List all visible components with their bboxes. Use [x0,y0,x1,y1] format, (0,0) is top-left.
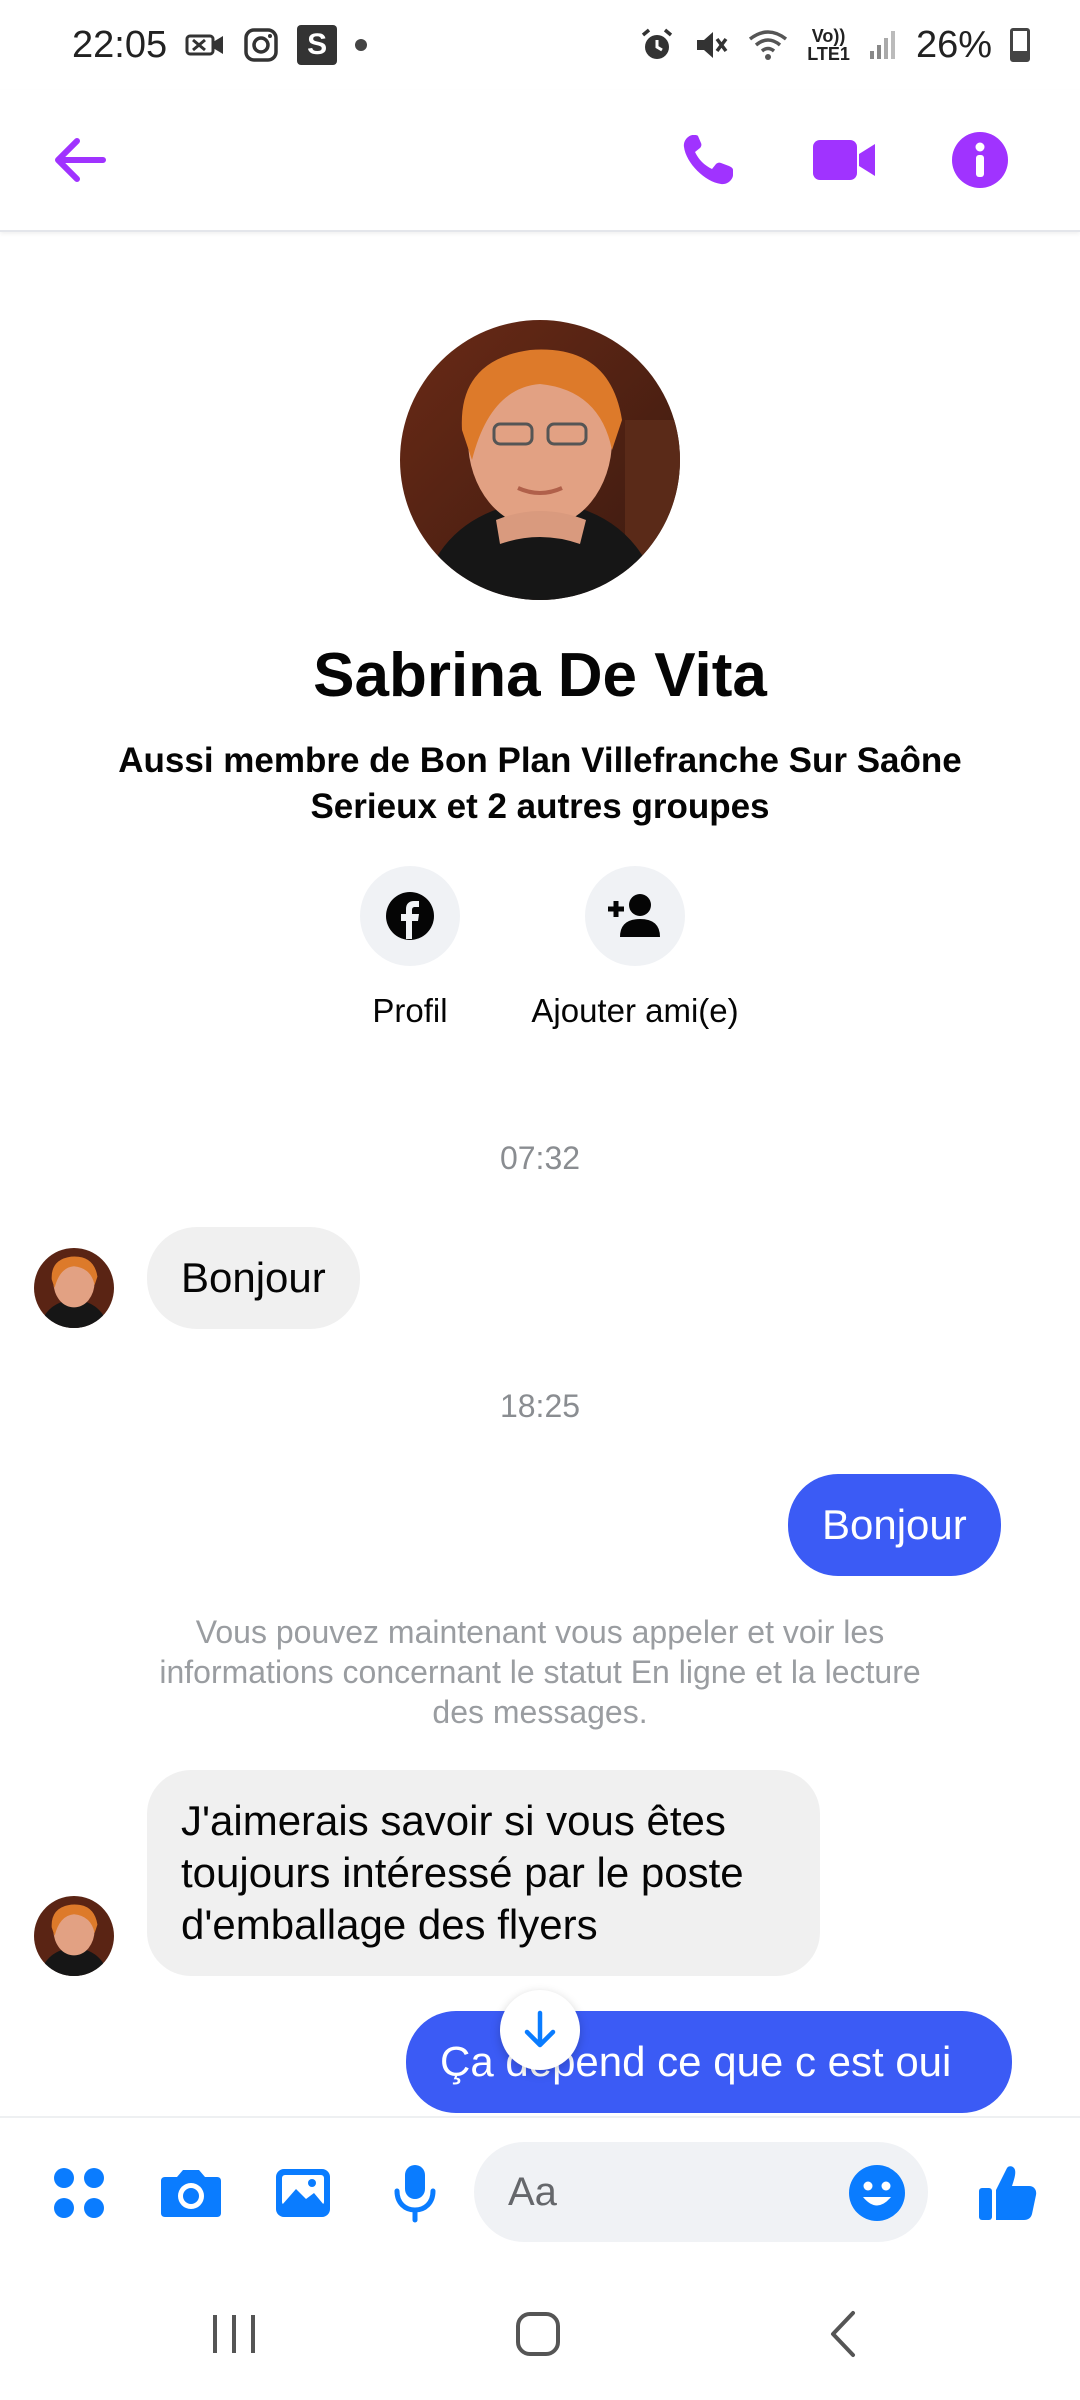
home-button[interactable] [508,2306,568,2362]
message-outgoing[interactable]: Bonjour [788,1474,1001,1576]
arrow-down-icon [524,2010,556,2048]
profile-button-circle[interactable] [360,866,460,966]
mute-icon [693,27,729,63]
info-button[interactable] [940,120,1020,200]
recent-apps-icon [213,2315,255,2353]
status-bar: 22:05 S Vo)) LTE1 26% [0,0,1080,90]
sender-avatar[interactable] [34,1248,114,1328]
status-left: 22:05 S [72,23,368,67]
like-button[interactable] [972,2158,1042,2228]
sender-avatar[interactable] [34,1896,114,1976]
back-button[interactable] [40,120,120,200]
presence-notice: Vous pouvez maintenant vous appeler et v… [159,1614,921,1730]
more-actions-button[interactable] [44,2158,114,2228]
message-input-placeholder: Aa [508,2170,557,2214]
video-call-notification-icon [185,30,225,60]
message-incoming-question[interactable]: J'aimerais savoir si vous êtes toujours … [147,1770,820,1976]
lte-label: LTE1 [807,44,850,64]
gallery-icon [276,2169,330,2217]
volte-indicator: Vo)) LTE1 [807,27,850,63]
contact-avatar[interactable] [400,320,680,600]
wifi-icon [747,27,789,63]
signal-icon [868,29,898,61]
add-friend-icon [608,894,660,937]
home-icon [516,2312,560,2356]
alarm-icon [639,27,675,63]
message-incoming[interactable]: Bonjour [147,1227,360,1329]
message-input[interactable]: Aa [474,2142,928,2242]
battery-percent: 26% [915,23,992,66]
timestamp-0732: 07:32 [499,1140,581,1176]
camera-button[interactable] [156,2158,226,2228]
add-friend-button[interactable]: Ajouter ami(e) [515,866,755,1030]
audio-call-button[interactable] [668,120,748,200]
voice-message-button[interactable] [380,2158,450,2228]
instagram-icon [243,27,279,63]
add-friend-button-label: Ajouter ami(e) [531,992,739,1029]
volte-label: Vo)) [811,26,846,46]
message-outgoing-reply[interactable]: Ça dépend ce que c est oui [406,2011,1012,2113]
gallery-button[interactable] [268,2158,338,2228]
profile-button-label: Profil [372,992,448,1029]
video-camera-icon [813,140,875,180]
facebook-icon [386,892,434,940]
video-call-button[interactable] [804,120,884,200]
message-composer: Aa [0,2116,1080,2266]
s-app-icon: S [297,25,338,65]
chat-header [0,90,1080,232]
status-time: 22:05 [72,23,168,66]
scroll-to-bottom-button[interactable] [500,1990,580,2070]
status-right: Vo)) LTE1 26% [639,24,1030,67]
add-friend-button-circle[interactable] [585,866,685,966]
mutual-groups-text: Aussi membre de Bon Plan Villefranche Su… [118,741,962,826]
info-icon [952,132,1008,188]
back-icon [831,2311,855,2357]
phone-icon [683,135,733,185]
view-profile-button[interactable]: Profil [340,866,480,1030]
contact-name: Sabrina De Vita [313,641,767,710]
microphone-icon [394,2165,436,2223]
camera-icon [161,2170,221,2217]
timestamp-1825: 18:25 [499,1388,581,1424]
recent-apps-button[interactable] [204,2306,264,2362]
system-back-button[interactable] [812,2306,872,2362]
emoji-icon[interactable] [848,2164,906,2222]
battery-icon [1010,28,1030,62]
system-nav-bar [0,2266,1080,2400]
menu-dots-icon [54,2168,104,2218]
back-arrow-icon [55,138,106,182]
more-notifications-dot [355,39,368,51]
like-thumb-icon [979,2166,1037,2220]
